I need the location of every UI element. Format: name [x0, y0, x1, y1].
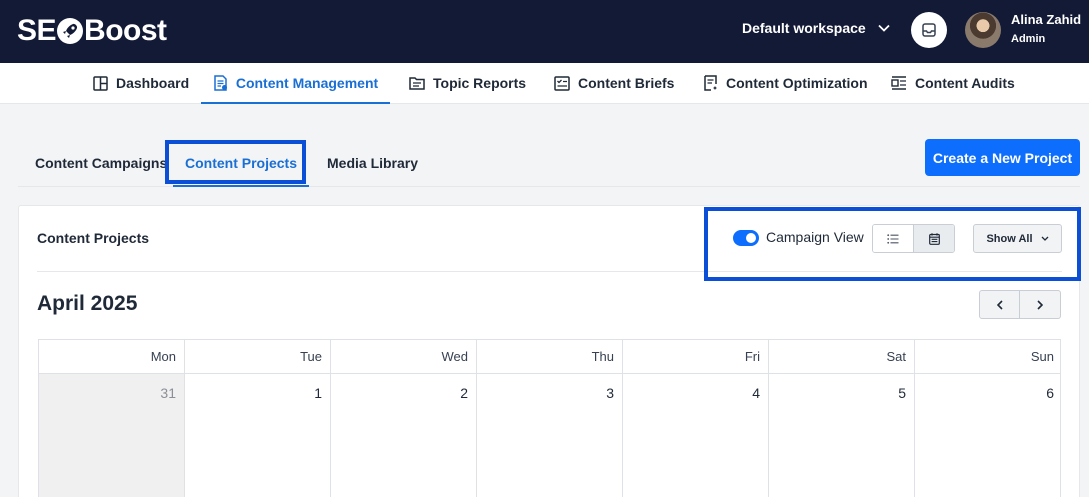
show-all-dropdown[interactable]: Show All [973, 224, 1062, 253]
calendar-weekday-header: Mon Tue Wed Thu Fri Sat Sun [39, 340, 1060, 374]
weekday-label: Thu [591, 349, 614, 364]
content-optimization-icon [704, 75, 717, 91]
content-subtabs: Content Campaigns Content Projects Media… [18, 140, 1080, 187]
day-number: 6 [1046, 385, 1054, 401]
weekday-cell: Sat [769, 340, 915, 373]
weekday-cell: Wed [331, 340, 477, 373]
day-number: 31 [160, 385, 176, 401]
weekday-label: Wed [441, 349, 469, 364]
content-management-icon [214, 74, 227, 91]
calendar-day-cell[interactable]: 6 [915, 374, 1062, 497]
nav-topic-reports-label: Topic Reports [433, 75, 527, 91]
seoboost-logo[interactable]: SE Boost [17, 13, 167, 49]
weekday-label: Sat [886, 349, 906, 364]
day-number: 3 [606, 385, 614, 401]
content-projects-card: Content Projects Campaign View Show All … [18, 205, 1080, 497]
month-title: April 2025 [37, 292, 138, 315]
user-avatar[interactable] [965, 12, 1001, 48]
card-divider [37, 271, 1062, 272]
weekday-cell: Fri [623, 340, 769, 373]
calendar-day-cell[interactable]: 1 [185, 374, 331, 497]
chevron-down-icon [1041, 236, 1048, 241]
weekday-label: Fri [744, 349, 760, 364]
list-view-button[interactable] [873, 225, 913, 252]
calendar-view-button[interactable] [913, 225, 954, 252]
user-role: Admin [1011, 33, 1046, 45]
chevron-down-icon [878, 24, 890, 32]
chevron-left-icon [996, 299, 1003, 310]
weekday-cell: Sun [915, 340, 1062, 373]
content-briefs-icon [554, 75, 570, 91]
weekday-label: Tue [300, 349, 322, 364]
view-mode-group [872, 224, 955, 253]
toggle-knob [746, 233, 756, 243]
chevron-right-icon [1037, 299, 1043, 310]
nav-content-audits[interactable]: Content Audits [891, 63, 1015, 103]
calendar-week-row: 31 1 2 3 4 5 6 [39, 374, 1060, 497]
nav-dashboard-label: Dashboard [116, 75, 190, 91]
nav-dashboard[interactable]: Dashboard [93, 63, 189, 103]
tab-content-projects[interactable]: Content Projects [173, 140, 309, 187]
tab-content-campaigns[interactable]: Content Campaigns [35, 140, 167, 186]
tab-content-projects-label: Content Projects [184, 154, 297, 171]
campaign-view-toggle[interactable] [733, 230, 759, 246]
content-audits-icon [891, 76, 906, 90]
top-header: SE Boost Default workspace Alina Zahid A… [0, 0, 1089, 63]
tab-content-campaigns-label: Content Campaigns [35, 155, 168, 171]
calendar-day-cell[interactable]: 2 [331, 374, 477, 497]
tab-media-library-label: Media Library [327, 155, 419, 171]
weekday-cell: Thu [477, 340, 623, 373]
nav-content-audits-label: Content Audits [915, 75, 1015, 91]
month-pager [979, 290, 1062, 319]
nav-content-management[interactable]: Content Management [201, 63, 390, 104]
inbox-icon [922, 23, 936, 37]
topic-reports-icon [409, 77, 425, 90]
calendar-icon [928, 232, 940, 245]
tab-media-library[interactable]: Media Library [327, 140, 418, 186]
nav-content-optimization-label: Content Optimization [726, 75, 868, 91]
weekday-cell: Mon [39, 340, 185, 373]
main-navigation: Dashboard Content Management Topic Repor… [0, 63, 1089, 104]
campaign-view-label: Campaign View [766, 229, 864, 245]
workspace-label: Default workspace [742, 20, 866, 36]
card-title: Content Projects [37, 230, 150, 246]
create-new-project-button[interactable]: Create a New Project [925, 139, 1080, 176]
previous-month-button[interactable] [979, 290, 1020, 319]
month-calendar: Mon Tue Wed Thu Fri Sat Sun 31 1 2 3 4 5… [38, 339, 1061, 497]
calendar-day-cell[interactable]: 31 [39, 374, 185, 497]
logo-text-left: SE [17, 14, 57, 47]
calendar-day-cell[interactable]: 4 [623, 374, 769, 497]
nav-content-briefs[interactable]: Content Briefs [554, 63, 674, 103]
show-all-label: Show All [986, 232, 1033, 245]
day-number: 4 [752, 385, 760, 401]
day-number: 1 [314, 385, 322, 401]
logo-text-right: Boost [84, 14, 167, 47]
day-number: 5 [898, 385, 906, 401]
user-name: Alina Zahid [1011, 12, 1082, 27]
day-number: 2 [460, 385, 468, 401]
weekday-cell: Tue [185, 340, 331, 373]
dashboard-icon [93, 75, 108, 91]
calendar-day-cell[interactable]: 5 [769, 374, 915, 497]
weekday-label: Mon [150, 349, 176, 364]
nav-content-optimization[interactable]: Content Optimization [703, 63, 868, 103]
inbox-button[interactable] [911, 12, 947, 48]
calendar-day-cell[interactable]: 3 [477, 374, 623, 497]
nav-content-briefs-label: Content Briefs [578, 75, 675, 91]
next-month-button[interactable] [1020, 290, 1061, 319]
list-icon [887, 233, 899, 244]
nav-topic-reports[interactable]: Topic Reports [409, 63, 526, 103]
weekday-label: Sun [1030, 349, 1054, 364]
rocket-icon [57, 18, 84, 44]
workspace-selector[interactable]: Default workspace [742, 20, 890, 36]
nav-content-management-label: Content Management [235, 74, 379, 91]
